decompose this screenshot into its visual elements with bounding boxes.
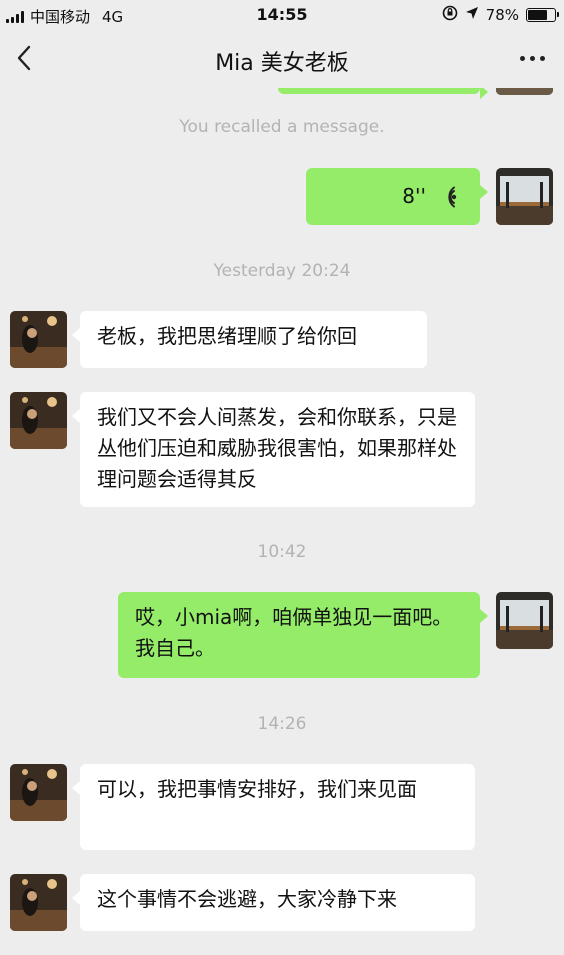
partial-outgoing-bubble[interactable] (278, 88, 488, 99)
contact-avatar[interactable] (10, 311, 67, 368)
incoming-message-2[interactable]: 我们又不会人间蒸发，会和你联系，只是丛他们压迫和威胁我很害怕，如果那样处理问题会… (72, 392, 475, 507)
more-options-button[interactable] (516, 48, 548, 68)
timestamp-3: 14:26 (257, 714, 307, 734)
battery-percent: 78% (485, 6, 519, 24)
incoming-message-5[interactable]: 这个事情不会逃避，大家冷静下来 (72, 874, 475, 931)
contact-avatar[interactable] (10, 874, 67, 931)
orientation-lock-icon (442, 5, 458, 25)
my-avatar-partial[interactable] (496, 88, 553, 95)
battery-icon (526, 8, 559, 22)
incoming-message-1[interactable]: 老板，我把思绪理顺了给你回 (72, 311, 427, 368)
contact-avatar[interactable] (10, 392, 67, 449)
my-avatar[interactable] (496, 592, 553, 649)
timestamp-1: Yesterday 20:24 (213, 261, 351, 281)
chat-area[interactable]: You recalled a message. 8'' Yesterday 20… (0, 88, 564, 955)
more-dots-icon (519, 55, 525, 61)
voice-duration: 8'' (402, 184, 426, 208)
chat-header: Mia 美女老板 (0, 30, 564, 88)
contact-avatar[interactable] (10, 764, 67, 821)
voice-wave-icon (448, 186, 457, 207)
timestamp-2: 10:42 (257, 542, 307, 562)
location-arrow-icon (465, 6, 479, 24)
status-bar: 中国移动 4G 14:55 78% (0, 0, 564, 30)
incoming-message-4[interactable]: 可以，我把事情安排好，我们来见面 (72, 764, 475, 850)
outgoing-message-3[interactable]: 哎，小mia啊，咱俩单独见一面吧。我自己。 (118, 592, 488, 678)
recall-notice: You recalled a message. (179, 117, 385, 137)
voice-message-bubble[interactable]: 8'' (306, 168, 488, 225)
status-right: 78% (442, 5, 559, 25)
my-avatar[interactable] (496, 168, 553, 225)
chat-title: Mia 美女老板 (215, 51, 349, 76)
